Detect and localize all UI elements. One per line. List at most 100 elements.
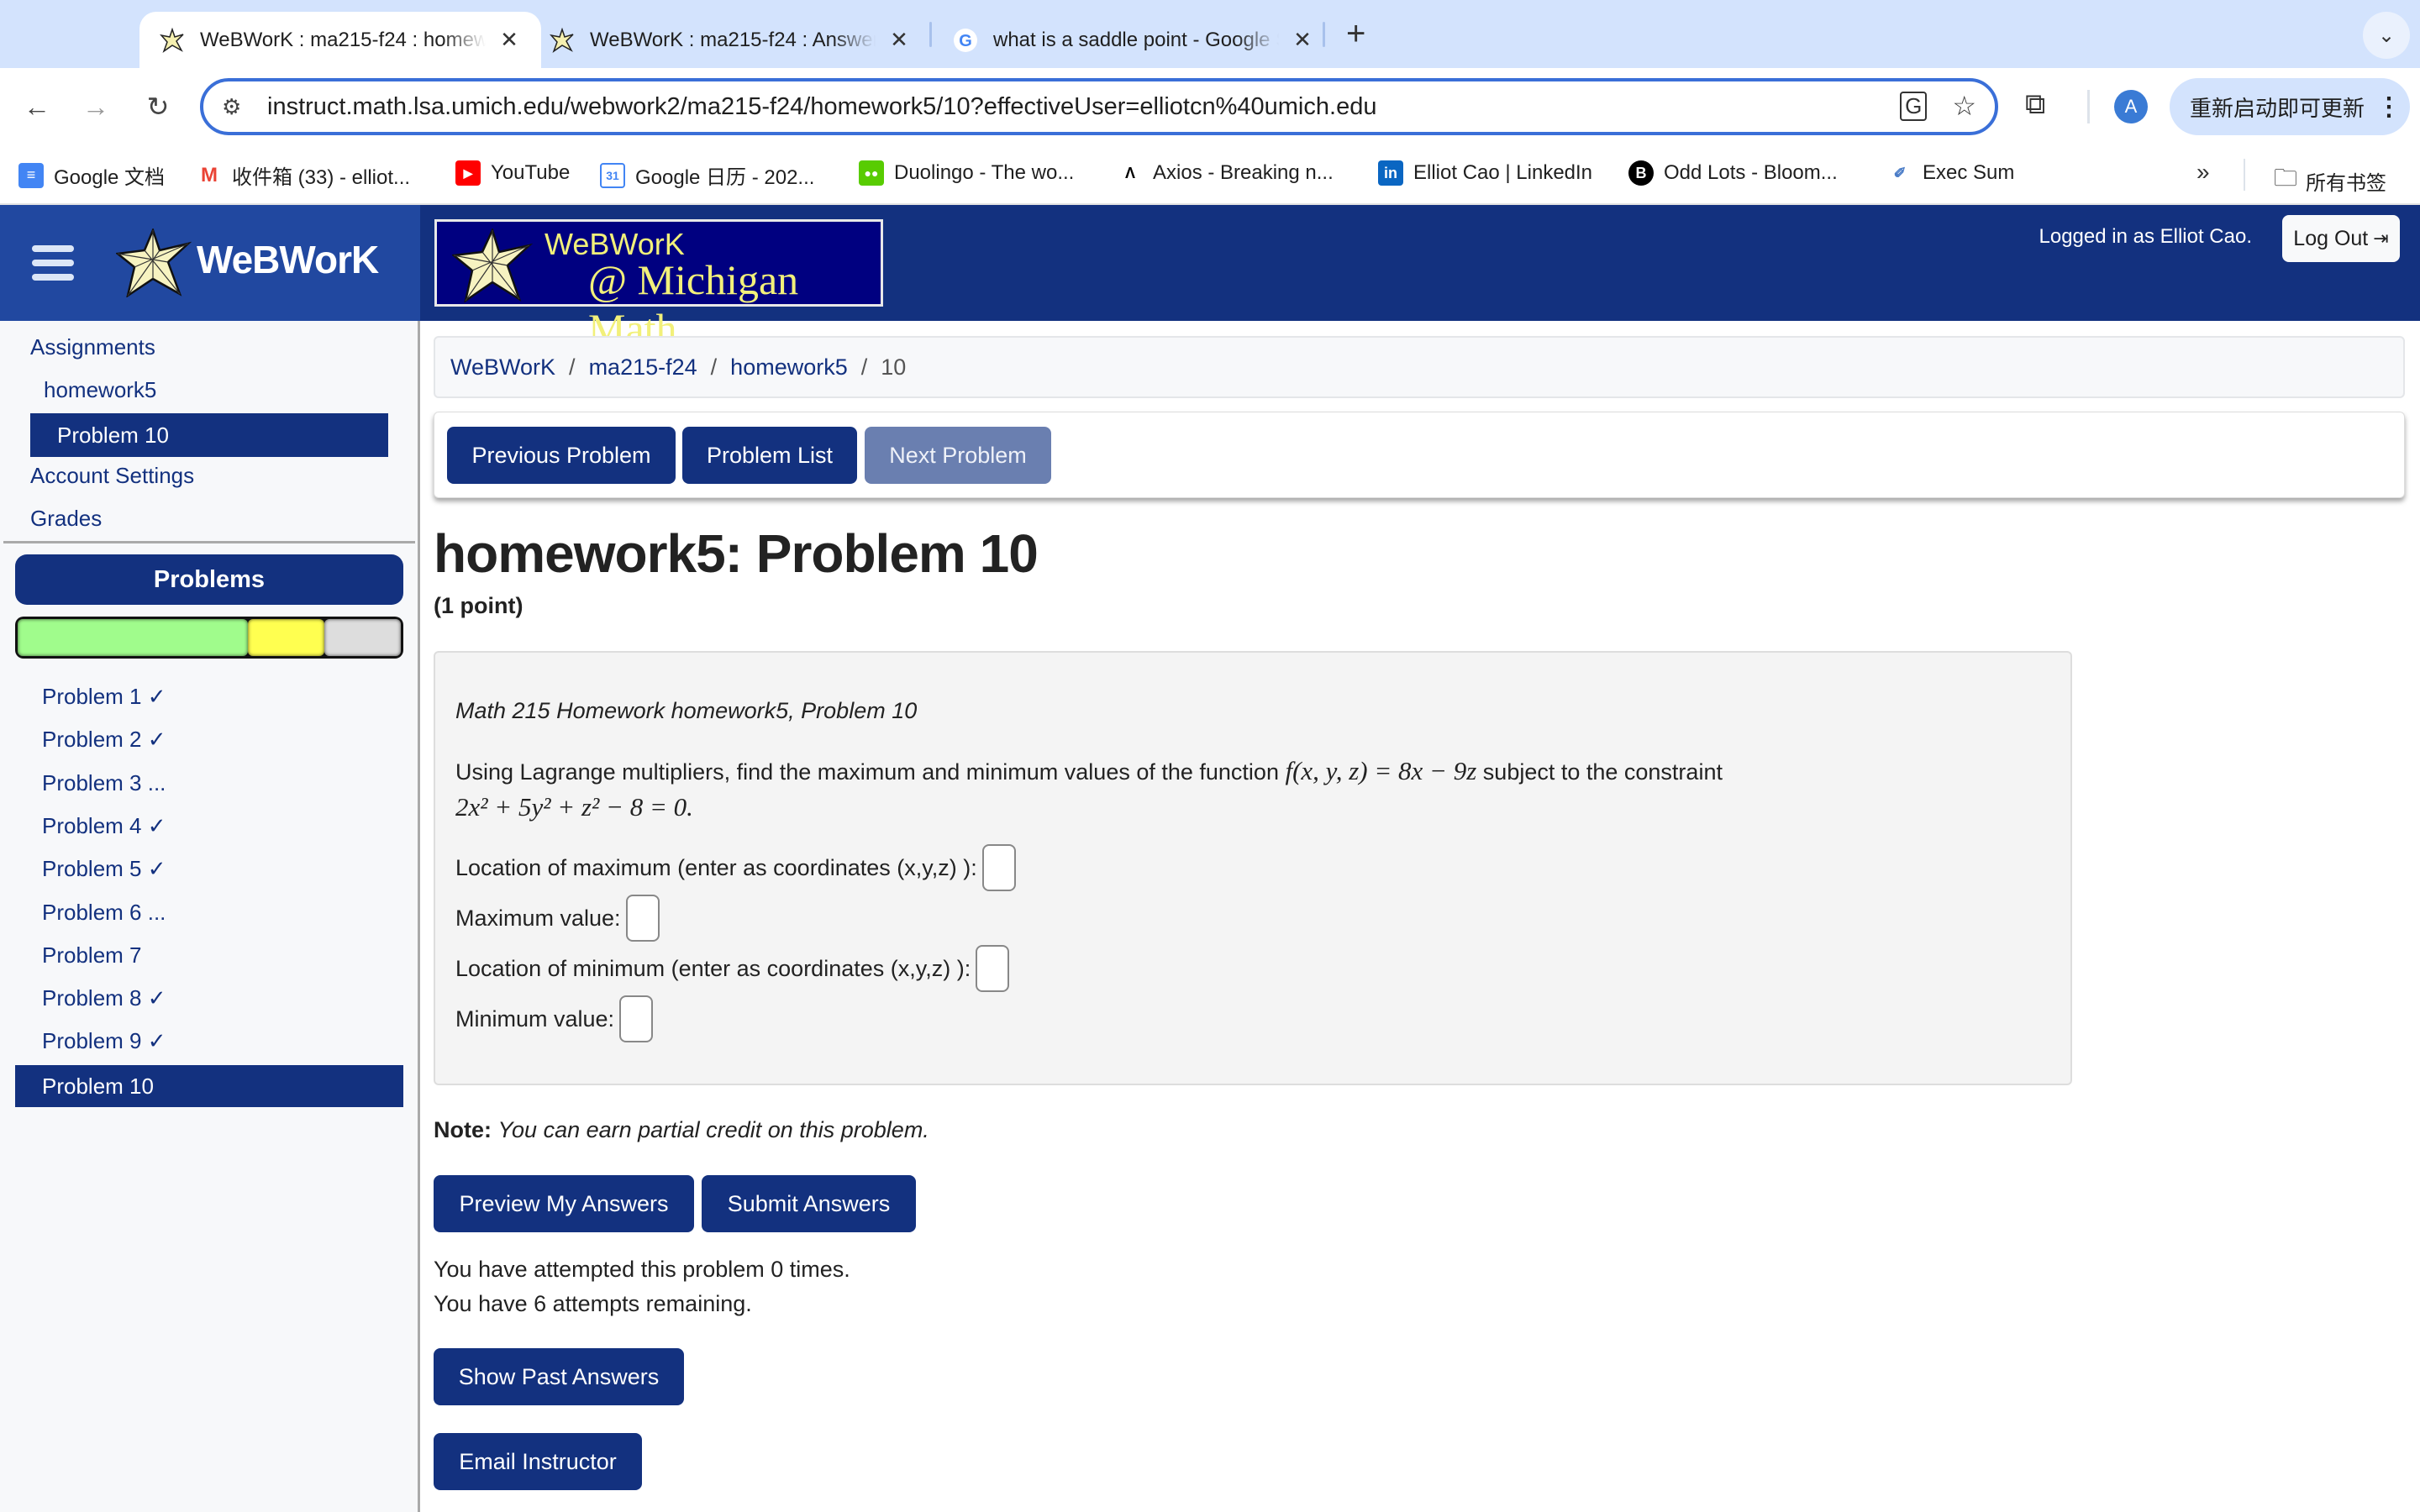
sidebar-item-problem-10[interactable]: Problem 10	[30, 413, 388, 457]
close-tab-icon[interactable]: ✕	[497, 27, 521, 53]
breadcrumb: WeBWorK / ma215-f24 / homework5 / 10	[434, 336, 2405, 398]
breadcrumb-separator: /	[569, 354, 576, 380]
sidebar-item-assignments[interactable]: Assignments	[30, 334, 155, 360]
sidebar-problem-item[interactable]: Problem 6 ...	[42, 900, 166, 926]
axios-icon: Λ	[1118, 160, 1143, 186]
close-tab-icon[interactable]: ✕	[1291, 27, 1314, 53]
sidebar-problem-item[interactable]: Problem 8 ✓	[42, 985, 166, 1011]
answer-label: Location of maximum (enter as coordinate…	[455, 854, 977, 880]
hamburger-menu-icon[interactable]	[32, 245, 74, 281]
arrow-left-icon: ←	[24, 91, 50, 122]
problem-list-button[interactable]: Problem List	[682, 427, 857, 484]
url-text[interactable]: instruct.math.lsa.umich.edu/webwork2/ma2…	[267, 93, 1376, 121]
bookmark-odd-lots[interactable]: B Odd Lots - Bloom...	[1628, 160, 1838, 186]
min-location-input[interactable]	[976, 945, 1010, 992]
reload-button[interactable]: ↻	[138, 87, 178, 127]
sidebar-problem-item[interactable]: Problem 4 ✓	[42, 813, 166, 839]
browser-tab-strip: WeBWorK : ma215-f24 : homework5 : 10 ✕ W…	[0, 0, 2420, 68]
tab-webwork-answer-log[interactable]: WeBWorK : ma215-f24 : Answer Log ✕	[529, 12, 931, 68]
sidebar-problem-item[interactable]: Problem 9 ✓	[42, 1028, 166, 1054]
sidebar-problem-item[interactable]: Problem 7	[42, 942, 142, 969]
answer-row-min-value: Minimum value:	[455, 995, 654, 1042]
answer-label: Minimum value:	[455, 1005, 615, 1032]
progress-unattempted-segment	[324, 619, 401, 656]
michigan-math-banner[interactable]: WeBWorK @ Michigan Math	[434, 219, 883, 352]
bookmark-label: Elliot Cao | LinkedIn	[1413, 161, 1593, 184]
bookmark-gmail[interactable]: M 收件箱 (33) - elliot...	[197, 160, 410, 190]
address-bar[interactable]: ⚙ instruct.math.lsa.umich.edu/webwork2/m…	[200, 78, 1998, 135]
answer-label: Maximum value:	[455, 905, 621, 931]
bookmark-exec-sum[interactable]: ✐ Exec Sum	[1887, 160, 2014, 186]
note-text: You can earn partial credit on this prob…	[497, 1117, 929, 1142]
sidebar-divider	[3, 541, 415, 543]
tab-webwork-homework[interactable]: WeBWorK : ma215-f24 : homework5 : 10 ✕	[139, 12, 541, 68]
reload-icon: ↻	[146, 92, 170, 122]
google-calendar-icon: 31	[600, 162, 625, 188]
sidebar-item-homework5[interactable]: homework5	[44, 377, 156, 403]
max-location-input[interactable]	[981, 844, 1016, 891]
profile-avatar[interactable]: A	[2114, 90, 2148, 123]
bookmark-label: 收件箱 (33) - elliot...	[232, 166, 411, 189]
show-past-answers-button[interactable]: Show Past Answers	[434, 1348, 684, 1405]
breadcrumb-webwork[interactable]: WeBWorK	[450, 354, 555, 381]
constraint-math: 2x² + 5y² + z² − 8 = 0.	[455, 792, 693, 822]
sidebar-problem-item[interactable]: Problem 5 ✓	[42, 856, 166, 882]
min-value-input[interactable]	[619, 995, 654, 1042]
statement-text: Using Lagrange multipliers, find the max…	[455, 759, 1279, 785]
problem-source: Math 215 Homework homework5, Problem 10	[455, 698, 918, 723]
tab-google-search[interactable]: G what is a saddle point - Google Search…	[933, 12, 1334, 68]
submit-answers-button[interactable]: Submit Answers	[702, 1175, 916, 1232]
answer-row-max-value: Maximum value:	[455, 895, 660, 942]
site-info-icon[interactable]: ⚙	[222, 94, 255, 120]
function-math: f(x, y, z) = 8x − 9z	[1285, 756, 1477, 785]
sidebar-problem-item[interactable]: Problem 10	[15, 1065, 403, 1107]
bookmark-google-calendar[interactable]: 31 Google 日历 - 202...	[600, 160, 814, 190]
tab-separator	[1323, 22, 1325, 47]
translate-icon[interactable]: G	[1900, 91, 1928, 121]
bookmark-linkedin[interactable]: in Elliot Cao | LinkedIn	[1378, 160, 1592, 186]
breadcrumb-set[interactable]: homework5	[730, 354, 848, 381]
sidebar-item-account-settings[interactable]: Account Settings	[30, 463, 194, 489]
bookmarks-overflow-button[interactable]: »	[2196, 159, 2210, 186]
webwork-star-icon	[550, 27, 574, 53]
webwork-logo-text[interactable]: WeBWorK	[197, 237, 379, 282]
problems-header: Problems	[15, 554, 403, 605]
sidebar-problem-item[interactable]: Problem 2 ✓	[42, 727, 166, 753]
bookmark-google-docs[interactable]: ≡ Google 文档	[18, 160, 165, 190]
sidebar-problem-item[interactable]: Problem 1 ✓	[42, 684, 166, 710]
all-bookmarks-button[interactable]: 🗀 所有书签	[2274, 160, 2386, 201]
max-value-input[interactable]	[625, 895, 660, 942]
logged-in-text: Logged in as Elliot Cao.	[2039, 225, 2253, 248]
bookmark-duolingo[interactable]: ●● Duolingo - The wo...	[859, 160, 1074, 186]
preview-answers-button[interactable]: Preview My Answers	[434, 1175, 694, 1232]
sidebar-item-grades[interactable]: Grades	[30, 506, 102, 532]
forward-button[interactable]: →	[76, 87, 116, 127]
answer-row-min-location: Location of minimum (enter as coordinate…	[455, 945, 1010, 992]
update-chrome-button[interactable]: 重新启动即可更新 ⋮	[2170, 78, 2410, 135]
bookmark-label: Axios - Breaking n...	[1153, 161, 1334, 184]
page-title: homework5: Problem 10	[434, 523, 1039, 584]
tab-title: WeBWorK : ma215-f24 : homework5 : 10	[200, 28, 486, 51]
webwork-header: WeBWorK WeBWorK @ Michigan Math Logged i…	[0, 205, 2420, 352]
new-tab-button[interactable]: +	[1346, 15, 1365, 53]
logout-button[interactable]: Log Out ⇥	[2282, 215, 2400, 262]
chevron-down-icon: ⌄	[2377, 24, 2396, 47]
sidebar-problem-item[interactable]: Problem 3 ...	[42, 770, 166, 796]
bookmark-youtube[interactable]: ▶ YouTube	[455, 160, 570, 186]
bookmark-star-icon[interactable]: ☆	[1952, 90, 1976, 122]
back-button[interactable]: ←	[17, 87, 57, 127]
tab-search-button[interactable]: ⌄	[2363, 12, 2410, 59]
bookmark-axios[interactable]: Λ Axios - Breaking n...	[1118, 160, 1334, 186]
tab-separator	[929, 22, 932, 47]
previous-problem-button[interactable]: Previous Problem	[447, 427, 676, 484]
next-problem-button[interactable]: Next Problem	[865, 427, 1051, 484]
tab-title: what is a saddle point - Google Search	[993, 28, 1279, 51]
extensions-icon[interactable]: ⧉	[2025, 88, 2045, 121]
breadcrumb-course[interactable]: ma215-f24	[589, 354, 697, 381]
problem-statement: Using Lagrange multipliers, find the max…	[455, 753, 2052, 826]
email-instructor-button[interactable]: Email Instructor	[434, 1433, 642, 1490]
gmail-icon: M	[197, 162, 222, 188]
close-tab-icon[interactable]: ✕	[887, 27, 911, 53]
breadcrumb-current: 10	[881, 354, 907, 380]
partial-credit-note: Note: You can earn partial credit on thi…	[434, 1117, 929, 1143]
